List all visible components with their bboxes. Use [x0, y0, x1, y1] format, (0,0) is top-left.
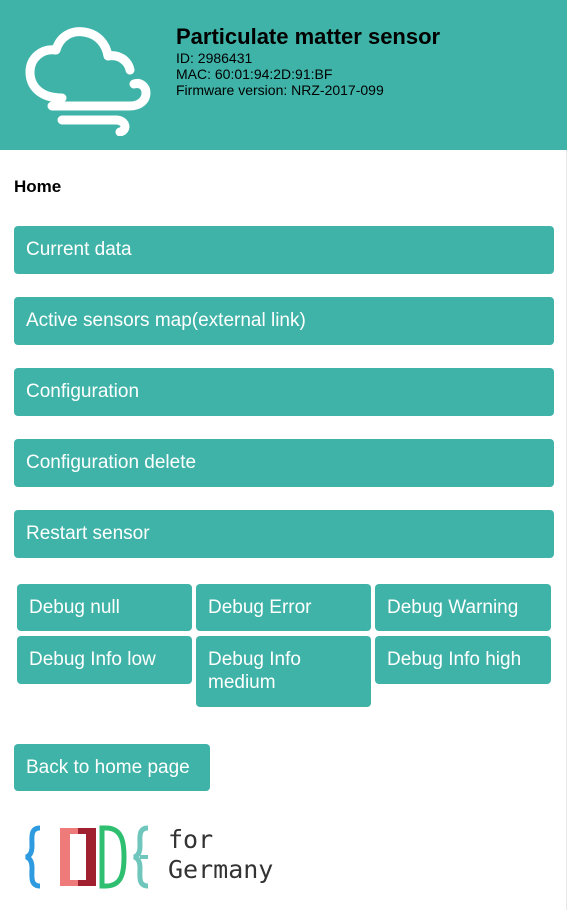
configuration-button[interactable]: Configuration [14, 368, 554, 416]
debug-info-medium-button[interactable]: Debug Info medium [196, 636, 371, 707]
device-mac: MAC: 60:01:94:2D:91:BF [176, 66, 333, 82]
debug-null-button[interactable]: Debug null [17, 584, 192, 631]
debug-warning-button[interactable]: Debug Warning [375, 584, 551, 631]
sensors-map-button[interactable]: Active sensors map(external link) [14, 297, 554, 345]
firmware-version: Firmware version: NRZ-2017-099 [176, 82, 384, 98]
device-id: ID: 2986431 [176, 50, 253, 66]
logo-word-country: Germany [168, 855, 274, 884]
cloud-wind-icon [25, 27, 151, 136]
back-to-home-button[interactable]: Back to home page [14, 744, 210, 791]
configuration-delete-button[interactable]: Configuration delete [14, 439, 554, 487]
device-info: Particulate matter sensor ID: 2986431 MA… [176, 24, 440, 98]
debug-info-high-button[interactable]: Debug Info high [375, 636, 551, 684]
page-title: Home [14, 177, 62, 196]
debug-info-low-button[interactable]: Debug Info low [17, 636, 192, 684]
restart-sensor-button[interactable]: Restart sensor [14, 510, 554, 558]
current-data-button[interactable]: Current data [14, 226, 554, 274]
code-brackets-icon [25, 825, 149, 889]
logo-word-for: for [168, 825, 214, 854]
device-title: Particulate matter sensor [176, 24, 441, 49]
debug-error-button[interactable]: Debug Error [196, 584, 371, 631]
header-banner: Particulate matter sensor ID: 2986431 MA… [0, 0, 567, 150]
code-for-germany-logo[interactable]: for Germany [24, 822, 284, 892]
